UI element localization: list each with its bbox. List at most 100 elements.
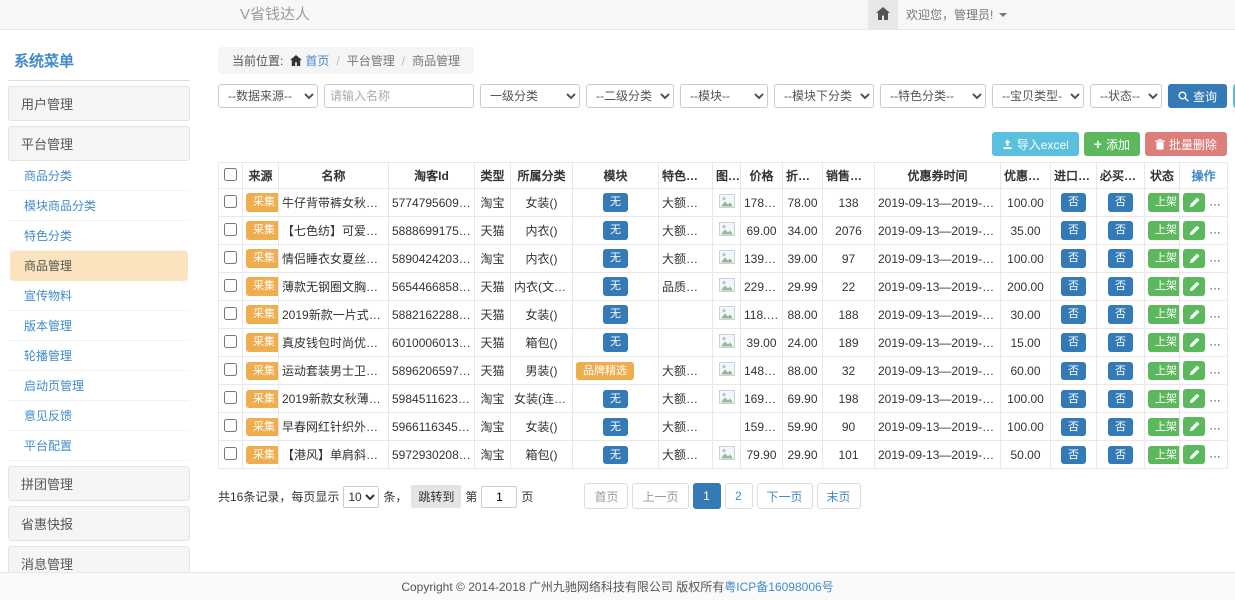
status-badge[interactable]: 上架 [1148, 418, 1180, 436]
sidebar-subitem-意见反馈[interactable]: 意见反馈 [10, 401, 188, 431]
row-checkbox[interactable] [224, 419, 237, 432]
import-select-badge[interactable]: 否 [1061, 193, 1086, 211]
import-select-badge[interactable]: 否 [1061, 277, 1086, 295]
module-select[interactable]: --模块-- [680, 84, 768, 108]
jump-page-input[interactable] [481, 486, 517, 508]
must-buy-badge[interactable]: 否 [1108, 446, 1133, 464]
sidebar-item-用户管理[interactable]: 用户管理 [8, 86, 190, 121]
status-badge[interactable]: 上架 [1148, 221, 1180, 239]
row-checkbox[interactable] [224, 335, 237, 348]
import-excel-button[interactable]: 导入excel [992, 132, 1079, 156]
select-all-checkbox[interactable] [224, 168, 237, 181]
status-badge[interactable]: 上架 [1148, 362, 1180, 380]
source-badge: 采集 [246, 333, 279, 351]
edit-icon [1189, 365, 1200, 376]
row-checkbox[interactable] [224, 223, 237, 236]
import-select-badge[interactable]: 否 [1061, 390, 1086, 408]
data-source-select[interactable]: --数据来源-- [218, 84, 318, 108]
per-page-select[interactable]: 10 [343, 486, 379, 508]
item-type-select[interactable]: --宝贝类型-- [992, 84, 1084, 108]
feature-category-select[interactable]: --特色分类-- [880, 84, 986, 108]
table-row: 采集牛仔背带裤女秋装减龄...577479560965淘宝女装()无大额优惠券1… [219, 189, 1228, 217]
sidebar-subitem-启动页管理[interactable]: 启动页管理 [10, 371, 188, 401]
row-checkbox[interactable] [224, 195, 237, 208]
sidebar-subitem-特色分类[interactable]: 特色分类 [10, 221, 188, 251]
must-buy-badge[interactable]: 否 [1108, 362, 1133, 380]
must-buy-badge[interactable]: 否 [1108, 418, 1133, 436]
import-select-badge[interactable]: 否 [1061, 418, 1086, 436]
status-badge[interactable]: 上架 [1148, 305, 1180, 323]
row-checkbox[interactable] [224, 391, 237, 404]
sidebar-subitem-模块商品分类[interactable]: 模块商品分类 [10, 191, 188, 221]
table-row: 采集情侣睡衣女夏丝绸男士...589042420344淘宝内衣()无大额优惠券1… [219, 245, 1228, 273]
jump-button[interactable]: 跳转到 [411, 485, 461, 508]
page-button-下一页[interactable]: 下一页 [757, 483, 813, 509]
sidebar-item-拼团管理[interactable]: 拼团管理 [8, 466, 190, 501]
must-buy-badge[interactable]: 否 [1108, 390, 1133, 408]
sidebar-subitem-平台配置[interactable]: 平台配置 [10, 431, 188, 461]
icp-link[interactable]: 粤ICP备16098006号 [724, 578, 833, 595]
taoke-id: 589042420344 [389, 245, 475, 273]
row-checkbox[interactable] [224, 447, 237, 460]
import-select-badge[interactable]: 否 [1061, 362, 1086, 380]
must-buy-badge[interactable]: 否 [1108, 221, 1133, 239]
status-badge[interactable]: 上架 [1148, 390, 1180, 408]
sidebar-item-平台管理[interactable]: 平台管理 [8, 126, 190, 161]
edit-button[interactable] [1183, 445, 1205, 464]
edit-button[interactable] [1183, 417, 1205, 436]
status-badge[interactable]: 上架 [1148, 193, 1180, 211]
name-input[interactable] [324, 84, 474, 108]
must-buy-badge[interactable]: 否 [1108, 333, 1133, 351]
sidebar-subitem-轮播管理[interactable]: 轮播管理 [10, 341, 188, 371]
sidebar-subitem-版本管理[interactable]: 版本管理 [10, 311, 188, 341]
sidebar-subitem-商品管理[interactable]: 商品管理 [10, 251, 188, 281]
import-select-badge[interactable]: 否 [1061, 249, 1086, 267]
page-button-2[interactable]: 2 [725, 483, 753, 509]
page-button-末页[interactable]: 末页 [817, 483, 861, 509]
must-buy-badge[interactable]: 否 [1108, 277, 1133, 295]
product-name: 【七色纺】可爱纯棉家... [279, 217, 389, 245]
status-badge[interactable]: 上架 [1148, 446, 1180, 464]
edit-button[interactable] [1183, 333, 1205, 352]
sidebar-item-省惠快报[interactable]: 省惠快报 [8, 506, 190, 541]
edit-icon [1189, 449, 1200, 460]
row-checkbox[interactable] [224, 363, 237, 376]
edit-button[interactable] [1183, 277, 1205, 296]
must-buy-badge[interactable]: 否 [1108, 249, 1133, 267]
edit-button[interactable] [1183, 361, 1205, 380]
add-button[interactable]: + 添加 [1084, 132, 1140, 156]
sidebar-subitem-宣传物料[interactable]: 宣传物料 [10, 281, 188, 311]
product-category: 内衣() [511, 245, 573, 273]
sidebar-subitem-商品分类[interactable]: 商品分类 [10, 161, 188, 191]
must-buy-badge[interactable]: 否 [1108, 193, 1133, 211]
batch-delete-button[interactable]: 批量删除 [1145, 132, 1227, 156]
edit-button[interactable] [1183, 389, 1205, 408]
sidebar-item-消息管理[interactable]: 消息管理 [8, 546, 190, 574]
status-badge[interactable]: 上架 [1148, 277, 1180, 295]
search-button[interactable]: 查询 [1168, 84, 1227, 108]
page-button-1[interactable]: 1 [693, 483, 721, 509]
user-menu[interactable]: 欢迎您，管理员! [906, 0, 1007, 29]
home-button[interactable] [868, 0, 898, 29]
import-select-badge[interactable]: 否 [1061, 446, 1086, 464]
price-cell: 79.90 [741, 441, 783, 469]
edit-button[interactable] [1183, 305, 1205, 324]
import-select-badge[interactable]: 否 [1061, 333, 1086, 351]
level2-category-select[interactable]: --二级分类-- [586, 84, 674, 108]
status-select[interactable]: --状态-- [1090, 84, 1162, 108]
edit-icon [1189, 281, 1200, 292]
level1-category-select[interactable]: 一级分类 [480, 84, 580, 108]
status-badge[interactable]: 上架 [1148, 249, 1180, 267]
row-checkbox[interactable] [224, 307, 237, 320]
row-checkbox[interactable] [224, 251, 237, 264]
edit-button[interactable] [1183, 193, 1205, 212]
import-select-badge[interactable]: 否 [1061, 305, 1086, 323]
breadcrumb-home-link[interactable]: 首页 [290, 52, 329, 69]
edit-button[interactable] [1183, 249, 1205, 268]
row-checkbox[interactable] [224, 279, 237, 292]
status-badge[interactable]: 上架 [1148, 333, 1180, 351]
must-buy-badge[interactable]: 否 [1108, 305, 1133, 323]
edit-button[interactable] [1183, 221, 1205, 240]
module-subcategory-select[interactable]: --模块下分类-- [774, 84, 874, 108]
import-select-badge[interactable]: 否 [1061, 221, 1086, 239]
